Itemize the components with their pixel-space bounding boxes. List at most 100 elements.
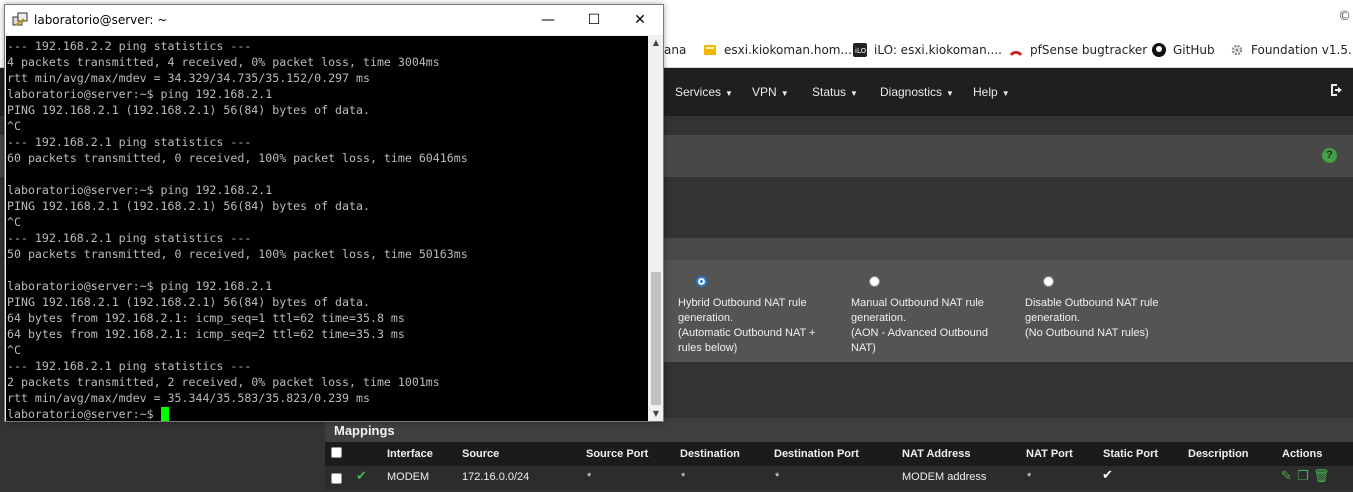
col-destination-port[interactable]: Destination Port (774, 448, 859, 460)
scrollbar-thumb[interactable] (651, 272, 661, 405)
bookmark-esxi[interactable]: esxi.kiokoman.hom... (703, 43, 852, 57)
cell-source-port: * (587, 471, 592, 483)
bookmark-label: ana (664, 43, 687, 57)
terminal-line: --- 192.168.2.2 ping statistics --- (7, 39, 252, 53)
caret-down-icon: ▼ (725, 89, 733, 98)
caret-down-icon: ▼ (1001, 89, 1010, 98)
menu-help[interactable]: Help ▼ (973, 85, 1010, 99)
menu-vpn[interactable]: VPN ▼ (752, 85, 789, 99)
col-source-port[interactable]: Source Port (586, 448, 648, 460)
terminal-line: --- 192.168.2.1 ping statistics --- (7, 135, 252, 149)
label-line: (AON - Advanced Outbound (851, 327, 988, 339)
menu-services[interactable]: Services ▼ (675, 85, 733, 99)
svg-text:iLO: iLO (855, 47, 867, 55)
label-line: Manual Outbound NAT rule (851, 297, 984, 309)
page-background (0, 420, 325, 492)
radio-hybrid-outbound[interactable] (696, 276, 707, 287)
github-icon (1152, 43, 1166, 57)
trash-icon[interactable]: 🗑 (1313, 469, 1330, 484)
terminal-line: ^C (7, 215, 21, 229)
bookmark-label: Foundation v1.5.11 (1251, 43, 1353, 57)
terminal-line: 2 packets transmitted, 2 received, 0% pa… (7, 375, 440, 389)
col-description[interactable]: Description (1188, 448, 1249, 460)
terminal-line: PING 192.168.2.1 (192.168.2.1) 56(84) by… (7, 199, 370, 213)
bookmark-label: GitHub (1173, 43, 1215, 57)
terminal-cursor (160, 407, 169, 421)
disable-outbound-label: Disable Outbound NAT rule generation. (N… (1025, 296, 1175, 341)
ilo-icon: iLO (853, 43, 867, 57)
col-interface[interactable]: Interface (387, 448, 433, 460)
bookmark-label: esxi.kiokoman.hom... (724, 43, 852, 57)
static-port-check-icon: ✔ (1102, 468, 1113, 483)
terminal-line: 60 packets transmitted, 0 received, 100%… (7, 151, 468, 165)
label-line: NAT) (851, 342, 876, 354)
terminal-line: PING 192.168.2.1 (192.168.2.1) 56(84) by… (7, 103, 370, 117)
menu-status[interactable]: Status ▼ (812, 85, 858, 99)
scroll-down-icon[interactable]: ▼ (649, 407, 663, 421)
label-line: generation. (678, 312, 734, 324)
menu-label: VPN (752, 85, 777, 99)
pfsense-icon (1009, 50, 1023, 57)
terminal-line: ^C (7, 119, 21, 133)
menu-label: Status (812, 85, 847, 99)
logout-icon[interactable] (1329, 82, 1345, 98)
radio-disable-outbound[interactable] (1043, 276, 1054, 287)
bookmark-label: pfSense bugtracker (1030, 43, 1148, 57)
edit-pencil-icon[interactable]: ✎ (1281, 469, 1292, 484)
close-button[interactable]: ✕ (617, 5, 663, 35)
col-static-port[interactable]: Static Port (1103, 448, 1158, 460)
label-line: Disable Outbound NAT rule (1025, 297, 1159, 309)
bookmark-pfsense-bugtracker[interactable]: pfSense bugtracker (1009, 43, 1147, 57)
terminal-line: PING 192.168.2.1 (192.168.2.1) 56(84) by… (7, 295, 370, 309)
manual-outbound-label: Manual Outbound NAT rule generation. (AO… (851, 296, 1001, 356)
browser-menu-icon[interactable]: © (1338, 9, 1351, 24)
terminal-line: ^C (7, 343, 21, 357)
terminal-prompt: laboratorio@server:~$ (7, 407, 161, 421)
caret-down-icon: ▼ (850, 89, 858, 98)
label-line: (No Outbound NAT rules) (1025, 327, 1149, 339)
table-row[interactable]: ✔ MODEM 172.16.0.0/24 * * * MODEM addres… (325, 466, 1353, 490)
enabled-check-icon[interactable]: ✔ (356, 469, 367, 484)
caret-down-icon: ▼ (946, 89, 954, 98)
terminal-line: laboratorio@server:~$ ping 192.168.2.1 (7, 87, 273, 101)
col-destination[interactable]: Destination (680, 448, 740, 460)
cell-destination: * (681, 471, 686, 483)
terminal-titlebar[interactable]: laboratorio@server: ~ — ☐ ✕ (5, 5, 663, 35)
bookmark-foundation[interactable]: Foundation v1.5.11 (1230, 43, 1353, 57)
cell-nat-port: * (1027, 471, 1032, 483)
col-source[interactable]: Source (462, 448, 499, 460)
terminal-scrollbar[interactable]: ▲ ▼ (649, 36, 663, 421)
terminal-line: laboratorio@server:~$ ping 192.168.2.1 (7, 279, 273, 293)
bookmark-label: iLO: esxi.kiokoman.... (874, 43, 1002, 57)
col-nat-address[interactable]: NAT Address (902, 448, 970, 460)
bookmark-github[interactable]: GitHub (1152, 43, 1215, 57)
cell-interface: MODEM (387, 471, 430, 483)
cell-source: 172.16.0.0/24 (462, 471, 530, 483)
copy-icon[interactable]: ❐ (1297, 469, 1309, 484)
row-checkbox[interactable] (331, 473, 342, 484)
terminal-line: 50 packets transmitted, 0 received, 100%… (7, 247, 468, 261)
terminal-line: --- 192.168.2.1 ping statistics --- (7, 231, 252, 245)
label-line: Hybrid Outbound NAT rule (678, 297, 807, 309)
help-icon[interactable]: ? (1322, 148, 1337, 163)
terminal-prompt-line[interactable]: laboratorio@server:~$ (7, 406, 648, 421)
col-nat-port[interactable]: NAT Port (1026, 448, 1073, 460)
menu-label: Diagnostics (880, 85, 943, 99)
radio-manual-outbound[interactable] (869, 276, 880, 287)
bookmark-ana[interactable]: ana (664, 43, 686, 57)
terminal-line: rtt min/avg/max/mdev = 35.344/35.583/35.… (7, 391, 370, 405)
putty-icon (12, 12, 28, 26)
select-all-checkbox[interactable] (331, 447, 342, 458)
terminal-screen[interactable]: --- 192.168.2.2 ping statistics --- 4 pa… (6, 36, 648, 421)
bookmark-ilo[interactable]: iLO iLO: esxi.kiokoman.... (853, 43, 1002, 57)
terminal-window[interactable]: laboratorio@server: ~ — ☐ ✕ --- 192.168.… (4, 4, 664, 422)
maximize-button[interactable]: ☐ (571, 5, 617, 35)
terminal-title: laboratorio@server: ~ (34, 13, 168, 27)
minimize-button[interactable]: — (525, 5, 571, 35)
col-actions: Actions (1282, 448, 1323, 460)
scroll-up-icon[interactable]: ▲ (649, 36, 663, 50)
terminal-line: --- 192.168.2.1 ping statistics --- (7, 359, 252, 373)
menu-diagnostics[interactable]: Diagnostics ▼ (880, 85, 954, 99)
cell-destination-port: * (775, 471, 780, 483)
